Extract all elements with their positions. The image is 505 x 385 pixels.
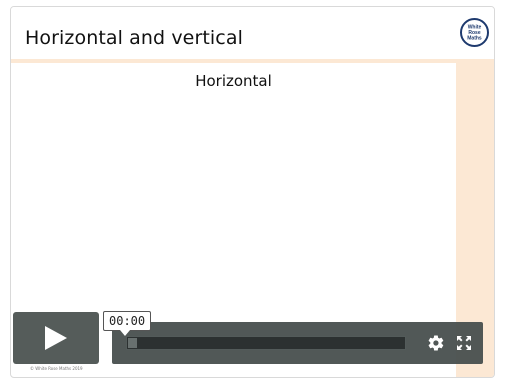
progress-bar[interactable] [126,336,406,350]
fullscreen-button[interactable] [455,334,473,352]
settings-button[interactable] [427,334,445,352]
copyright-text: © White Rose Maths 2019 [30,366,83,371]
play-button[interactable] [13,312,99,364]
play-icon [45,326,67,350]
fullscreen-icon [457,336,471,350]
gear-icon [428,335,444,351]
tooltip-pointer [120,330,130,336]
white-rose-maths-logo: White Rose Maths [460,18,489,47]
header-divider [11,59,456,63]
slide-header: Horizontal and vertical White Rose Maths [11,7,494,59]
page-title: Horizontal and vertical [25,27,243,49]
current-time-tooltip: 00:00 [103,311,152,331]
video-control-bar [112,322,483,364]
svg-text:Maths: Maths [467,36,482,42]
progress-handle[interactable] [128,338,137,348]
slide-heading: Horizontal [195,72,272,90]
